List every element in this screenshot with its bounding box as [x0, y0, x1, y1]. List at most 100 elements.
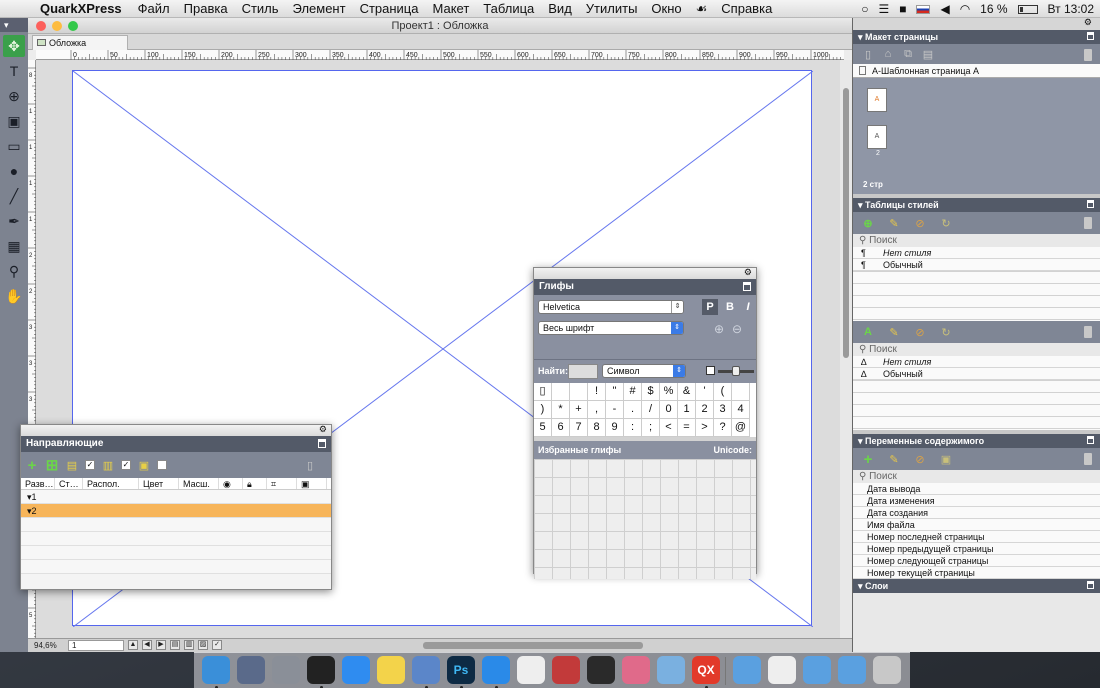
edit-style-icon[interactable]: ✎	[887, 216, 901, 230]
glyph-cell[interactable]: @	[732, 419, 750, 437]
blank-single-page-icon[interactable]: ▯	[861, 47, 875, 61]
menu-view[interactable]: Вид	[541, 1, 579, 16]
list-item[interactable]: Имя файла	[853, 519, 1100, 531]
update-style-icon[interactable]: ↻	[939, 216, 953, 230]
list-item[interactable]: Номер следующей страницы	[853, 555, 1100, 567]
publish-icon[interactable]: ✓	[212, 640, 222, 650]
column-position[interactable]: Распол.	[83, 478, 139, 489]
new-char-style-icon[interactable]: A	[861, 325, 875, 339]
duplicate-master-icon[interactable]: ⧉	[901, 47, 915, 61]
app-menu[interactable]: QuarkXPress	[34, 1, 131, 16]
picture-box-tool-icon[interactable]: ▣	[3, 110, 25, 132]
update-style-icon[interactable]: ↻	[939, 325, 953, 339]
page-layout-header[interactable]: ▾ Макет страницы	[853, 30, 1100, 44]
search-icon[interactable]: ○	[861, 2, 868, 16]
page-thumbnails-area[interactable]: A A 2 2 стр	[853, 78, 1100, 194]
split-view-icon[interactable]: ▥	[184, 640, 194, 650]
subset-select[interactable]: Весь шрифт ⇕	[538, 321, 684, 335]
glyph-cell[interactable]: ▯	[534, 383, 552, 401]
table-tool-icon[interactable]: ▦	[3, 235, 25, 257]
gear-icon[interactable]: ⚙	[744, 267, 752, 278]
glyph-cell[interactable]: +	[570, 401, 588, 419]
glyph-cell[interactable]: 8	[588, 419, 606, 437]
prev-page-icon[interactable]: ◀	[142, 640, 152, 650]
blank-facing-page-icon[interactable]: ⌂	[881, 47, 895, 61]
glyph-cell[interactable]: (	[714, 383, 732, 401]
trash-icon[interactable]	[1084, 49, 1092, 61]
page-number-field[interactable]: 1	[68, 640, 124, 651]
applications-icon[interactable]	[838, 656, 866, 684]
screenshots-icon[interactable]	[803, 656, 831, 684]
column-page[interactable]: Ст…	[55, 478, 83, 489]
page-thumbnail[interactable]: A	[867, 88, 887, 112]
next-page-icon[interactable]: ▶	[156, 640, 166, 650]
master-page-item[interactable]: A-Шаблонная страница A	[853, 64, 1100, 78]
vertical-guides-icon[interactable]: ▥	[101, 458, 115, 472]
column-scale[interactable]: Масш.	[179, 478, 219, 489]
zoom-in-icon[interactable]: ⊕	[714, 322, 724, 336]
glyph-cell[interactable]: 5	[534, 419, 552, 437]
list-item[interactable]: ∆ Нет стиля	[853, 356, 1100, 368]
instruments-icon[interactable]	[552, 656, 580, 684]
glyph-cell[interactable]	[732, 383, 750, 401]
quarkxpress-icon[interactable]: QX	[692, 656, 720, 684]
menu-file[interactable]: Файл	[131, 1, 177, 16]
gear-icon[interactable]: ⚙	[319, 424, 327, 435]
list-icon[interactable]: ☰	[878, 2, 889, 16]
glyph-cell[interactable]: '	[696, 383, 714, 401]
pin-icon[interactable]	[1087, 436, 1094, 444]
menu-style[interactable]: Стиль	[235, 1, 286, 16]
zoom-window-button[interactable]	[68, 21, 78, 31]
system-preferences-icon[interactable]	[272, 656, 300, 684]
gear-icon[interactable]: ⚙	[1084, 17, 1092, 28]
vertical-scroll-thumb[interactable]	[843, 88, 849, 358]
notes-icon[interactable]	[377, 656, 405, 684]
vertical-scrollbar[interactable]	[840, 60, 852, 638]
glyph-cell[interactable]: !	[588, 383, 606, 401]
glyph-cell[interactable]: /	[642, 401, 660, 419]
folder-icon[interactable]: ■	[899, 2, 906, 16]
pin-icon[interactable]	[1087, 32, 1094, 40]
list-item[interactable]: ¶ Нет стиля	[853, 247, 1100, 259]
volume-icon[interactable]: ◀	[940, 2, 949, 16]
line-tool-icon[interactable]: ╱	[3, 185, 25, 207]
terminal-icon[interactable]	[307, 656, 335, 684]
glyph-cell[interactable]: 6	[552, 419, 570, 437]
delete-master-icon[interactable]: ▤	[921, 47, 935, 61]
quicktime-icon[interactable]	[587, 656, 615, 684]
bold-style-button[interactable]: B	[722, 299, 738, 315]
menu-table[interactable]: Таблица	[476, 1, 541, 16]
grapher-icon[interactable]	[657, 656, 685, 684]
snap-icon[interactable]: ⌗	[267, 478, 297, 489]
layout-view-icon[interactable]: ▤	[170, 640, 180, 650]
safari-icon[interactable]	[482, 656, 510, 684]
zoom-tool-icon[interactable]: ⚲	[3, 260, 25, 282]
glyph-cell[interactable]: .	[624, 401, 642, 419]
list-item[interactable]: Дата создания	[853, 507, 1100, 519]
glyph-cell[interactable]: %	[660, 383, 678, 401]
script-menu-icon[interactable]: ☙	[689, 1, 715, 17]
minimize-window-button[interactable]	[52, 21, 62, 31]
favorite-glyphs-grid[interactable]	[534, 459, 756, 579]
chevron-down-icon[interactable]: ⇕	[673, 365, 685, 377]
edit-style-icon[interactable]: ✎	[887, 325, 901, 339]
delete-guide-icon[interactable]: ▯	[303, 458, 317, 472]
trash-icon[interactable]	[1084, 326, 1092, 338]
glyph-cell[interactable]: #	[624, 383, 642, 401]
list-item[interactable]: Дата вывода	[853, 483, 1100, 495]
char-style-search[interactable]: ⚲ Поиск	[853, 343, 1100, 356]
list-item[interactable]: Номер последней страницы	[853, 531, 1100, 543]
style-sheets-header[interactable]: ▾ Таблицы стилей	[853, 198, 1100, 212]
stepper-arrows-icon[interactable]: ⇕	[671, 301, 683, 313]
glyphs-palette-title[interactable]: Глифы	[539, 281, 574, 292]
menu-utilities[interactable]: Утилиты	[579, 1, 645, 16]
duplicate-style-icon[interactable]: ⊘	[913, 216, 927, 230]
visibility-eye-icon[interactable]: ◉	[219, 478, 243, 489]
plain-style-button[interactable]: P	[702, 299, 718, 315]
battery-percent[interactable]: 16 %	[980, 2, 1007, 16]
launchpad-icon[interactable]	[237, 656, 265, 684]
move-tool-icon[interactable]: ✥	[3, 35, 25, 57]
glyph-cell[interactable]: ,	[588, 401, 606, 419]
list-item[interactable]: Дата изменения	[853, 495, 1100, 507]
glyph-cell[interactable]	[570, 383, 588, 401]
